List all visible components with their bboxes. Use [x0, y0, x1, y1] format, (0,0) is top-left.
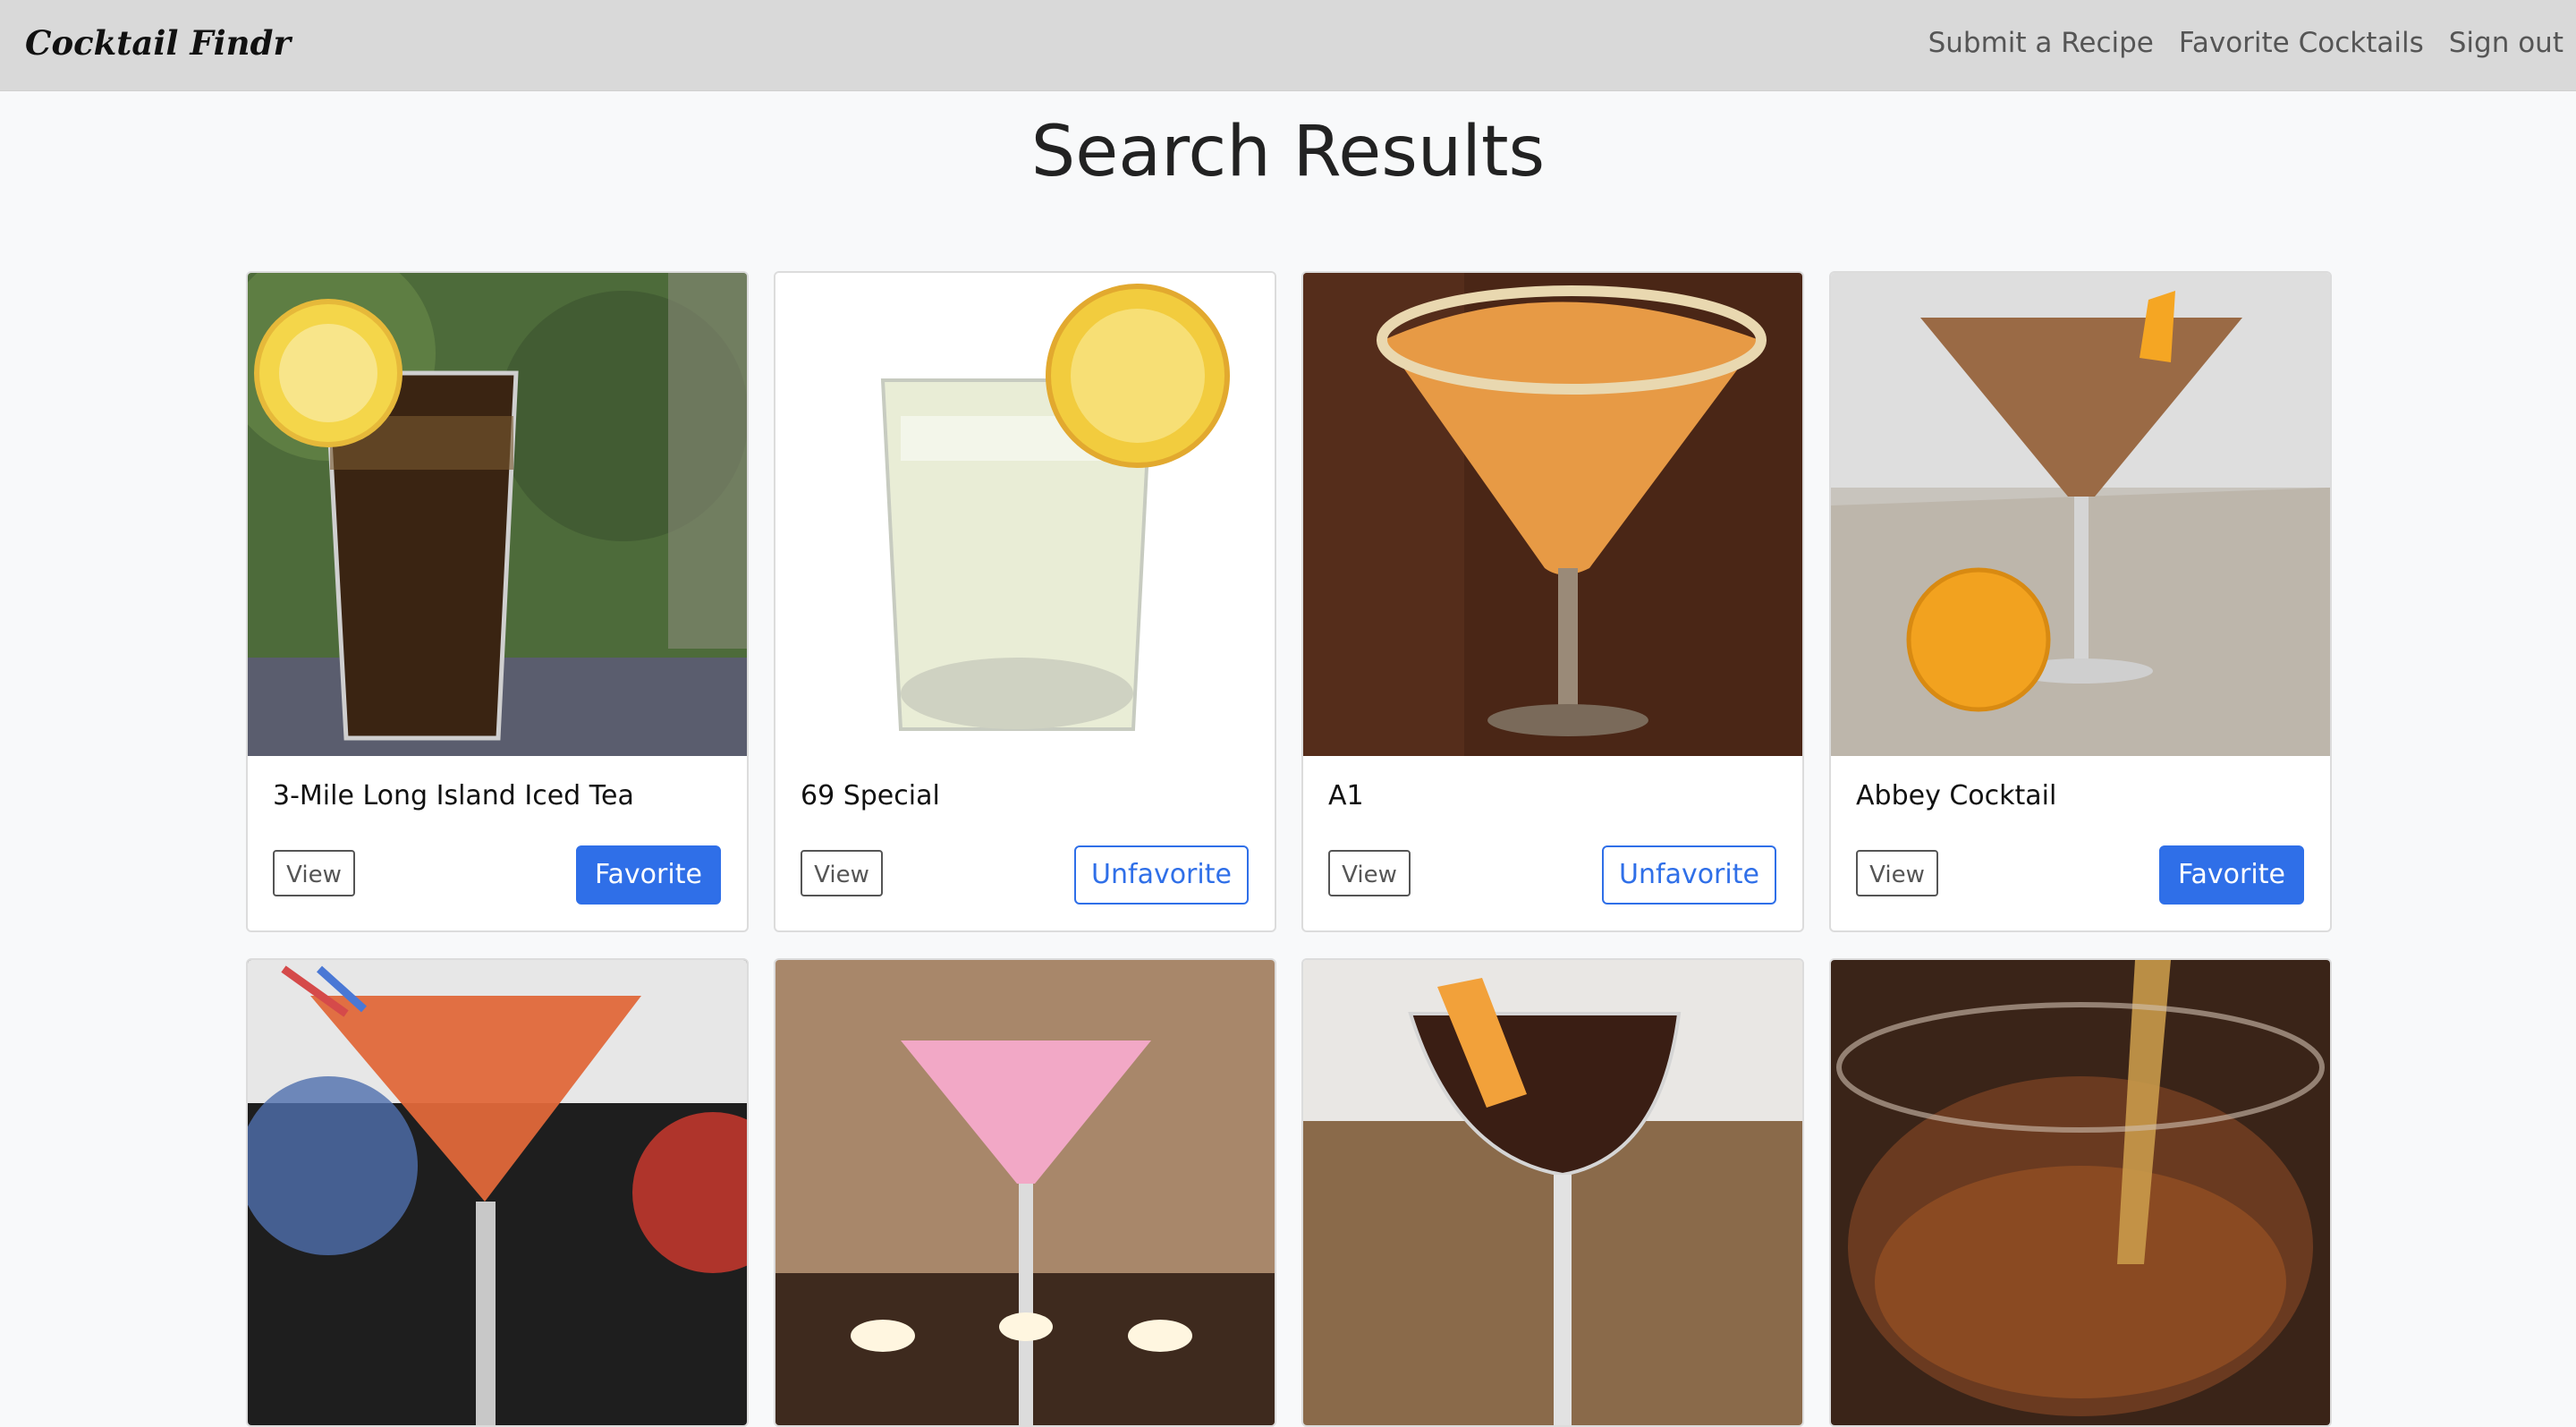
cocktail-image[interactable]: [1303, 273, 1802, 756]
cocktail-card: A1 View Unfavorite: [1301, 271, 1804, 932]
cocktail-image[interactable]: [1831, 273, 2330, 756]
cocktail-title: A1: [1328, 780, 1364, 811]
card-body: 69 Special View Unfavorite: [775, 756, 1275, 930]
card-body: 3-Mile Long Island Iced Tea View Favorit…: [248, 756, 747, 930]
cocktail-title: 69 Special: [801, 780, 940, 811]
nav-link-favorite-cocktails[interactable]: Favorite Cocktails: [2179, 27, 2424, 59]
brand-logo[interactable]: Cocktail Findr: [25, 23, 291, 63]
cocktail-image[interactable]: [775, 960, 1275, 1425]
cocktail-image[interactable]: [775, 273, 1275, 756]
unfavorite-button[interactable]: Unfavorite: [1602, 845, 1776, 905]
cocktail-card: Abbey Cocktail View Favorite: [1829, 271, 2332, 932]
cocktail-card: [1829, 958, 2332, 1427]
view-button[interactable]: View: [1856, 850, 1938, 896]
cocktail-title: 3-Mile Long Island Iced Tea: [273, 780, 634, 811]
cocktail-card: 3-Mile Long Island Iced Tea View Favorit…: [246, 271, 749, 932]
cocktail-image[interactable]: [1831, 960, 2330, 1425]
card-body: A1 View Unfavorite: [1303, 756, 1802, 930]
cocktail-card: [246, 958, 749, 1427]
view-button[interactable]: View: [801, 850, 883, 896]
cocktail-image[interactable]: [248, 273, 747, 756]
view-button[interactable]: View: [1328, 850, 1411, 896]
cocktail-card: 69 Special View Unfavorite: [774, 271, 1276, 932]
cocktail-image[interactable]: [248, 960, 747, 1425]
cocktail-title: Abbey Cocktail: [1856, 780, 2057, 811]
favorite-button[interactable]: Favorite: [2159, 845, 2304, 905]
favorite-button[interactable]: Favorite: [576, 845, 721, 905]
unfavorite-button[interactable]: Unfavorite: [1074, 845, 1249, 905]
nav-link-sign-out[interactable]: Sign out: [2449, 27, 2563, 59]
navbar: Cocktail Findr Submit a Recipe Favorite …: [0, 0, 2576, 91]
cocktail-card: [774, 958, 1276, 1427]
view-button[interactable]: View: [273, 850, 355, 896]
card-body: Abbey Cocktail View Favorite: [1831, 756, 2330, 930]
page-title: Search Results: [1030, 112, 1546, 192]
nav-link-submit-recipe[interactable]: Submit a Recipe: [1928, 27, 2154, 59]
cocktail-image[interactable]: [1303, 960, 1802, 1425]
cocktail-card: [1301, 958, 1804, 1427]
nav-links: Submit a Recipe Favorite Cocktails Sign …: [1928, 27, 2563, 59]
